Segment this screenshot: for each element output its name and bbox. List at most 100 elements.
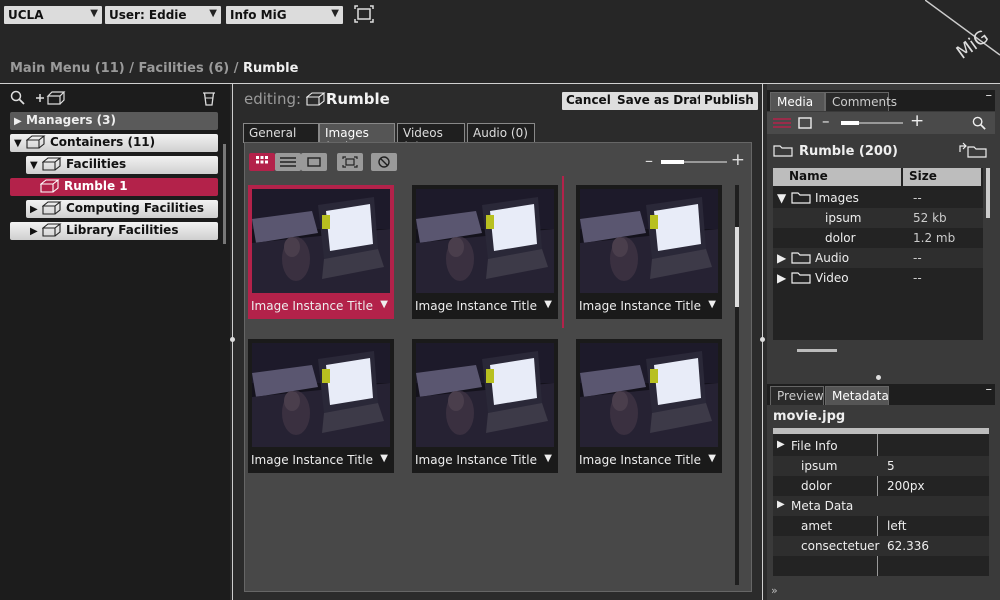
image-thumbnail[interactable] xyxy=(252,189,390,293)
image-card[interactable]: Image Instance Title ▼ xyxy=(412,185,558,319)
zoom-out-icon[interactable]: – xyxy=(822,112,830,130)
zoom-in-icon[interactable]: + xyxy=(910,111,924,131)
save-draft-button[interactable]: Save as Draft xyxy=(613,92,713,110)
user-select[interactable]: User: Eddie ▼ xyxy=(105,6,221,24)
media-row-video[interactable]: ▶ Video -- xyxy=(773,268,983,288)
metadata-row-consectetuer[interactable]: consectetuer 62.336 xyxy=(773,536,989,556)
right-splitter[interactable] xyxy=(760,84,765,600)
tab-videos[interactable]: Videos (3) xyxy=(397,123,465,154)
expand-arrow-icon[interactable]: ▶ xyxy=(777,439,785,450)
search-icon[interactable] xyxy=(10,90,26,106)
list-view-button[interactable] xyxy=(275,153,301,171)
metadata-group-file-info[interactable]: ▶ File Info xyxy=(773,436,989,456)
sidebar-scrollbar[interactable] xyxy=(223,144,226,244)
metadata-group-meta-data[interactable]: ▶ Meta Data xyxy=(773,496,989,516)
card-menu-arrow-icon[interactable]: ▼ xyxy=(544,453,552,464)
image-thumbnail[interactable] xyxy=(580,343,718,447)
splitter-handle[interactable] xyxy=(760,337,765,342)
list-icon[interactable] xyxy=(773,117,791,129)
image-thumbnail[interactable] xyxy=(416,189,554,293)
sidebar-item-label: Library Facilities xyxy=(66,223,179,237)
fullscreen-icon[interactable] xyxy=(354,5,374,23)
trash-icon[interactable] xyxy=(201,90,217,106)
expand-arrow-icon[interactable]: ▶ xyxy=(30,226,42,237)
card-menu-arrow-icon[interactable]: ▼ xyxy=(380,453,388,464)
media-row-ipsum[interactable]: ipsum 52 kb xyxy=(773,208,983,228)
fit-view-button[interactable] xyxy=(337,153,363,171)
add-container-icon[interactable] xyxy=(34,90,68,106)
expand-arrow-icon[interactable]: ▶ xyxy=(777,499,785,510)
laptop-photo-thumbnail xyxy=(252,189,390,293)
sidebar-item-facilities[interactable]: ▼ Facilities xyxy=(26,156,218,174)
sidebar-item-managers[interactable]: ▶ Managers (3) xyxy=(10,112,218,130)
left-splitter[interactable] xyxy=(230,84,235,600)
tab-images[interactable]: Images (16) xyxy=(319,123,395,154)
tab-media[interactable]: Media xyxy=(770,92,825,111)
image-thumbnail[interactable] xyxy=(580,189,718,293)
tab-preview[interactable]: Preview xyxy=(770,386,824,405)
image-card[interactable]: Image Instance Title ▼ xyxy=(576,185,722,319)
media-zoom-fill xyxy=(841,121,859,125)
org-select[interactable]: UCLA ▼ xyxy=(4,6,102,24)
media-horizontal-scrollbar[interactable] xyxy=(797,349,837,352)
expand-panel-button[interactable]: » xyxy=(771,584,778,597)
search-icon[interactable] xyxy=(972,116,987,131)
breadcrumb-main[interactable]: Main Menu (11) xyxy=(10,61,125,76)
up-folder-icon[interactable] xyxy=(956,142,990,158)
media-row-images[interactable]: ▼ Images -- xyxy=(773,188,983,208)
image-card[interactable]: Image Instance Title ▼ xyxy=(248,185,394,319)
sidebar-item-containers[interactable]: ▼ Containers (11) xyxy=(10,134,218,152)
media-row-audio[interactable]: ▶ Audio -- xyxy=(773,248,983,268)
breadcrumb-facilities[interactable]: Facilities (6) xyxy=(139,61,230,76)
minimize-button[interactable]: – xyxy=(986,88,993,103)
sidebar-item-rumble[interactable]: Rumble 1 xyxy=(10,178,218,196)
single-view-button[interactable] xyxy=(301,153,327,171)
expand-arrow-icon[interactable]: ▶ xyxy=(777,251,786,265)
info-select[interactable]: Info MiG ▼ xyxy=(226,6,343,24)
card-menu-arrow-icon[interactable]: ▼ xyxy=(544,299,552,310)
tab-audio[interactable]: Audio (0) xyxy=(467,123,535,143)
column-header-name[interactable]: Name xyxy=(773,168,901,186)
clear-button[interactable] xyxy=(371,153,397,171)
card-menu-arrow-icon[interactable]: ▼ xyxy=(708,453,716,464)
media-vertical-scrollbar[interactable] xyxy=(986,168,990,218)
image-thumbnail[interactable] xyxy=(416,343,554,447)
expand-arrow-icon[interactable]: ▶ xyxy=(30,204,42,215)
splitter-handle[interactable] xyxy=(230,337,235,342)
publish-button[interactable]: Publish xyxy=(700,92,758,110)
image-thumbnail[interactable] xyxy=(252,343,390,447)
column-header-size[interactable]: Size xyxy=(903,168,981,186)
image-card[interactable]: Image Instance Title ▼ xyxy=(248,339,394,473)
sidebar-item-library-facilities[interactable]: ▶ Library Facilities xyxy=(10,222,218,240)
cancel-button[interactable]: Cancel xyxy=(562,92,615,110)
tab-comments[interactable]: Comments xyxy=(825,92,897,111)
metadata-row-ipsum[interactable]: ipsum 5 xyxy=(773,456,989,476)
zoom-out-icon[interactable]: – xyxy=(645,151,653,170)
card-menu-arrow-icon[interactable]: ▼ xyxy=(708,299,716,310)
fit-icon xyxy=(342,156,358,168)
card-menu-arrow-icon[interactable]: ▼ xyxy=(380,299,388,310)
expand-arrow-icon[interactable]: ▶ xyxy=(777,271,786,285)
collapse-arrow-icon[interactable]: ▼ xyxy=(14,138,26,149)
tab-general[interactable]: General xyxy=(243,123,319,143)
media-row-dolor[interactable]: dolor 1.2 mb xyxy=(773,228,983,248)
collapse-arrow-icon[interactable]: ▼ xyxy=(30,160,42,171)
media-zoom-slider[interactable] xyxy=(841,121,903,125)
panel-splitter-handle[interactable] xyxy=(876,375,881,380)
grid-view-button[interactable] xyxy=(249,153,275,171)
collapse-arrow-icon[interactable]: ▼ xyxy=(777,191,786,205)
breadcrumb-sep: / xyxy=(124,61,139,76)
zoom-in-icon[interactable]: + xyxy=(731,150,745,170)
minimize-button[interactable]: – xyxy=(986,382,993,397)
image-card[interactable]: Image Instance Title ▼ xyxy=(576,339,722,473)
metadata-row-amet[interactable]: amet left xyxy=(773,516,989,536)
tab-metadata[interactable]: Metadata xyxy=(825,386,889,405)
zoom-slider[interactable] xyxy=(661,160,727,164)
image-card[interactable]: Image Instance Title ▼ xyxy=(412,339,558,473)
images-scroll-thumb[interactable] xyxy=(735,227,739,307)
expand-arrow-icon[interactable]: ▶ xyxy=(14,116,26,127)
sidebar-item-computing-facilities[interactable]: ▶ Computing Facilities xyxy=(26,200,218,218)
metadata-row-dolor[interactable]: dolor 200px xyxy=(773,476,989,496)
single-icon[interactable] xyxy=(798,116,812,130)
image-card-title: Image Instance Title xyxy=(251,299,373,313)
